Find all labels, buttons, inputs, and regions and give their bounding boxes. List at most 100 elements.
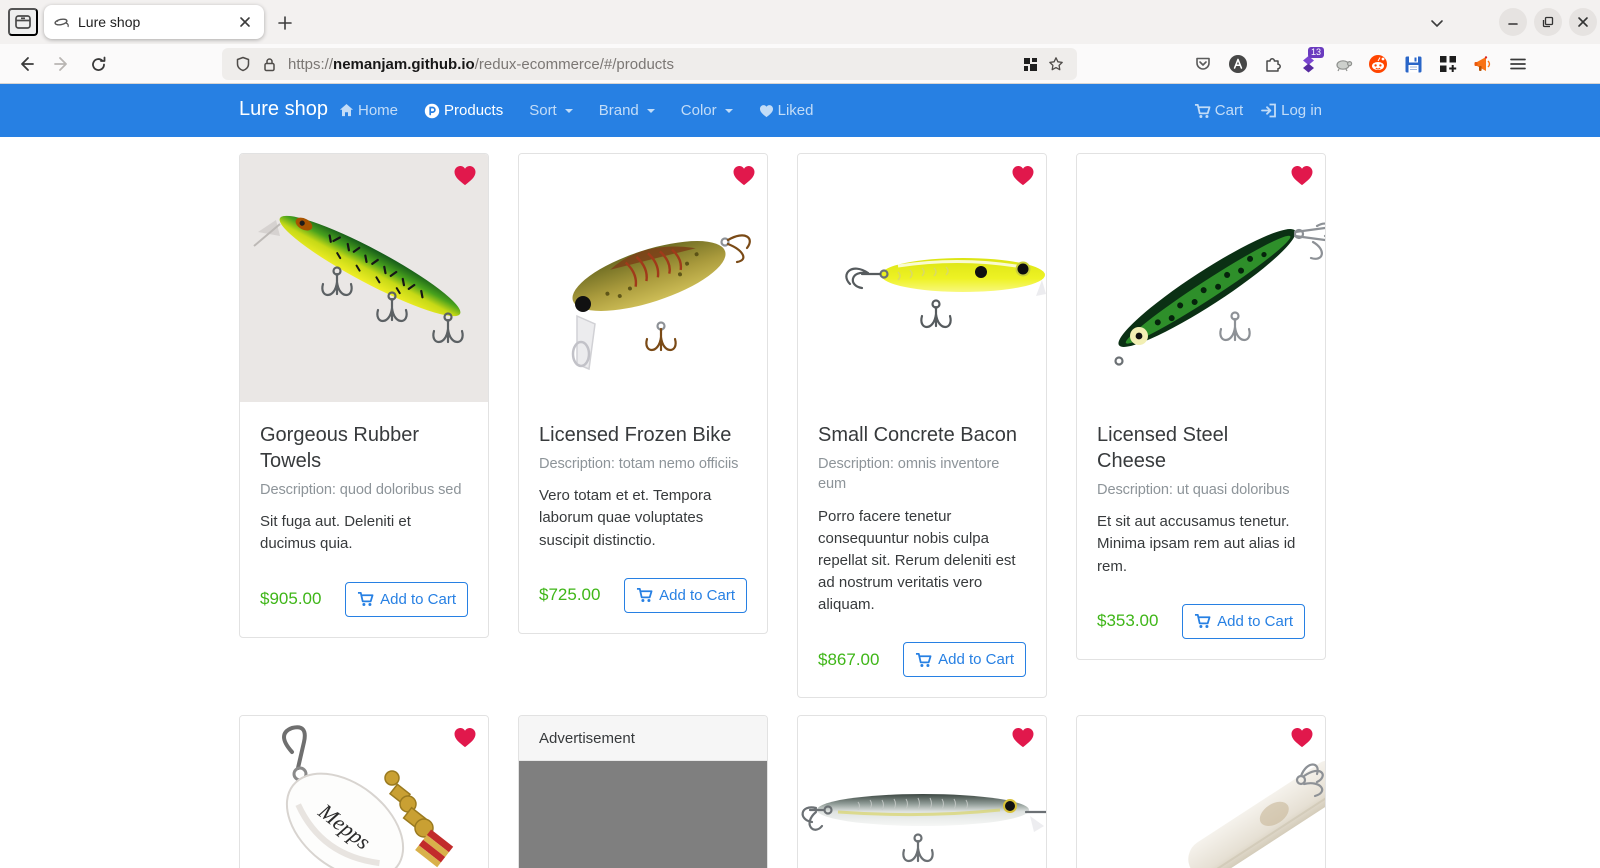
brand-link[interactable]: Lure shop — [239, 98, 328, 121]
product-text: Vero totam et et. Tempora laborum quae v… — [539, 485, 747, 551]
lure-photo-dark-green-pencil — [1077, 154, 1325, 402]
browser-tab[interactable]: Lure shop — [44, 5, 264, 39]
floppy-save-icon[interactable] — [1399, 50, 1427, 78]
add-to-cart-button[interactable]: Add to Cart — [345, 582, 468, 617]
like-heart-button[interactable] — [732, 164, 756, 186]
products-icon — [424, 103, 440, 119]
like-heart-button[interactable] — [453, 164, 477, 186]
chevron-down-icon — [565, 109, 573, 113]
firefox-view-icon[interactable] — [8, 8, 38, 36]
add-to-cart-button[interactable]: Add to Cart — [624, 578, 747, 613]
purple-extension-icon[interactable]: 13 — [1294, 50, 1322, 78]
card-footer: $905.00 Add to Cart — [260, 582, 468, 617]
like-heart-button[interactable] — [1011, 726, 1035, 748]
like-heart-button[interactable] — [453, 726, 477, 748]
grid-plus-extension-icon[interactable] — [1434, 50, 1462, 78]
nav-links: Home Products Sort Brand Color Liked — [339, 84, 813, 137]
product-card-gorgeous-rubber-towels: Gorgeous Rubber Towels Description: quod… — [239, 153, 489, 638]
product-image[interactable] — [798, 716, 1046, 868]
cart-icon — [357, 591, 374, 607]
card-footer: $725.00 Add to Cart — [539, 578, 747, 613]
account-a-icon[interactable] — [1224, 50, 1252, 78]
site-navbar: Lure shop Home Products Sort Brand Color… — [0, 84, 1600, 137]
like-heart-button[interactable] — [1011, 164, 1035, 186]
products-page: Gorgeous Rubber Towels Description: quod… — [239, 153, 1326, 868]
product-text: Sit fuga aut. Deleniti et ducimus quia. — [260, 511, 468, 555]
lure-photo-green-minnow — [240, 154, 488, 402]
card-body: Licensed Frozen Bike Description: totam … — [519, 402, 767, 633]
product-title: Small Concrete Bacon — [818, 422, 1026, 448]
product-image[interactable] — [519, 154, 767, 402]
product-price: $905.00 — [260, 589, 321, 609]
card-body: Licensed Steel Cheese Description: ut qu… — [1077, 402, 1325, 659]
product-image[interactable] — [1077, 154, 1325, 402]
nav-label-color: Color — [681, 102, 717, 119]
nav-item-login[interactable]: Log in — [1261, 102, 1322, 119]
product-image[interactable] — [240, 154, 488, 402]
extension-strip: 13 — [1189, 50, 1532, 78]
nav-label-cart: Cart — [1215, 102, 1243, 119]
bookmark-star-icon[interactable] — [1043, 51, 1069, 77]
heart-icon — [1290, 726, 1314, 748]
cart-icon — [1194, 103, 1211, 119]
product-image[interactable] — [1077, 716, 1325, 868]
nav-item-home[interactable]: Home — [339, 102, 398, 119]
nav-right: Cart Log in — [1194, 84, 1322, 137]
new-tab-icon[interactable] — [272, 10, 298, 36]
product-price: $353.00 — [1097, 611, 1158, 631]
product-description: Description: omnis inventore eum — [818, 454, 1026, 495]
product-description: Description: ut quasi doloribus — [1097, 480, 1305, 500]
heart-icon — [1011, 726, 1035, 748]
browser-titlebar: Lure shop — [0, 0, 1600, 44]
card-body: Gorgeous Rubber Towels Description: quod… — [240, 402, 488, 637]
tab-close-icon[interactable] — [234, 11, 256, 33]
add-to-cart-button[interactable]: Add to Cart — [1182, 604, 1305, 639]
heart-icon — [453, 726, 477, 748]
product-image[interactable] — [798, 154, 1046, 402]
card-footer: $867.00 Add to Cart — [818, 642, 1026, 677]
advertisement-label: Advertisement — [519, 716, 767, 761]
window-maximize-button[interactable] — [1534, 8, 1562, 36]
menu-hamburger-icon[interactable] — [1504, 50, 1532, 78]
url-bar[interactable]: https://nemanjam.github.io/redux-ecommer… — [222, 48, 1077, 80]
window-close-button[interactable] — [1569, 8, 1597, 36]
add-to-cart-label: Add to Cart — [938, 651, 1014, 668]
containers-grid-icon[interactable] — [1017, 51, 1043, 77]
nav-item-brand[interactable]: Brand — [599, 102, 655, 119]
back-icon[interactable] — [12, 50, 40, 78]
nav-label-home: Home — [358, 102, 398, 119]
product-description: Description: quod doloribus sed — [260, 480, 468, 500]
product-text: Et sit aut accusamus tenetur. Minima ips… — [1097, 511, 1305, 577]
like-heart-button[interactable] — [1290, 164, 1314, 186]
nav-item-cart[interactable]: Cart — [1194, 102, 1243, 119]
card-body: Small Concrete Bacon Description: omnis … — [798, 402, 1046, 697]
forward-icon[interactable] — [48, 50, 76, 78]
turtle-extension-icon[interactable] — [1329, 50, 1357, 78]
lock-icon[interactable] — [256, 51, 282, 77]
pocket-icon[interactable] — [1189, 50, 1217, 78]
product-image[interactable]: Mepps — [240, 716, 488, 868]
list-tabs-chevron-icon[interactable] — [1424, 10, 1450, 36]
window-minimize-button[interactable] — [1499, 8, 1527, 36]
nav-label-products: Products — [444, 102, 503, 119]
add-to-cart-label: Add to Cart — [1217, 613, 1293, 630]
like-heart-button[interactable] — [1290, 726, 1314, 748]
add-to-cart-button[interactable]: Add to Cart — [903, 642, 1026, 677]
nav-item-sort[interactable]: Sort — [529, 102, 573, 119]
megaphone-extension-icon[interactable] — [1469, 50, 1497, 78]
product-row-2: Mepps — [239, 715, 1326, 868]
nav-item-liked[interactable]: Liked — [759, 102, 814, 119]
shield-icon[interactable] — [230, 51, 256, 77]
reload-icon[interactable] — [84, 50, 112, 78]
nav-item-products[interactable]: Products — [424, 102, 503, 119]
product-title: Licensed Frozen Bike — [539, 422, 747, 448]
add-to-cart-label: Add to Cart — [659, 587, 735, 604]
extensions-puzzle-icon[interactable] — [1259, 50, 1287, 78]
nav-label-liked: Liked — [778, 102, 814, 119]
product-row-1: Gorgeous Rubber Towels Description: quod… — [239, 153, 1326, 698]
reddit-extension-icon[interactable] — [1364, 50, 1392, 78]
nav-item-color[interactable]: Color — [681, 102, 733, 119]
product-title: Licensed Steel Cheese — [1097, 422, 1305, 474]
product-card-small-concrete-bacon: Small Concrete Bacon Description: omnis … — [797, 153, 1047, 698]
lure-photo-silver-minnow — [798, 716, 1046, 868]
